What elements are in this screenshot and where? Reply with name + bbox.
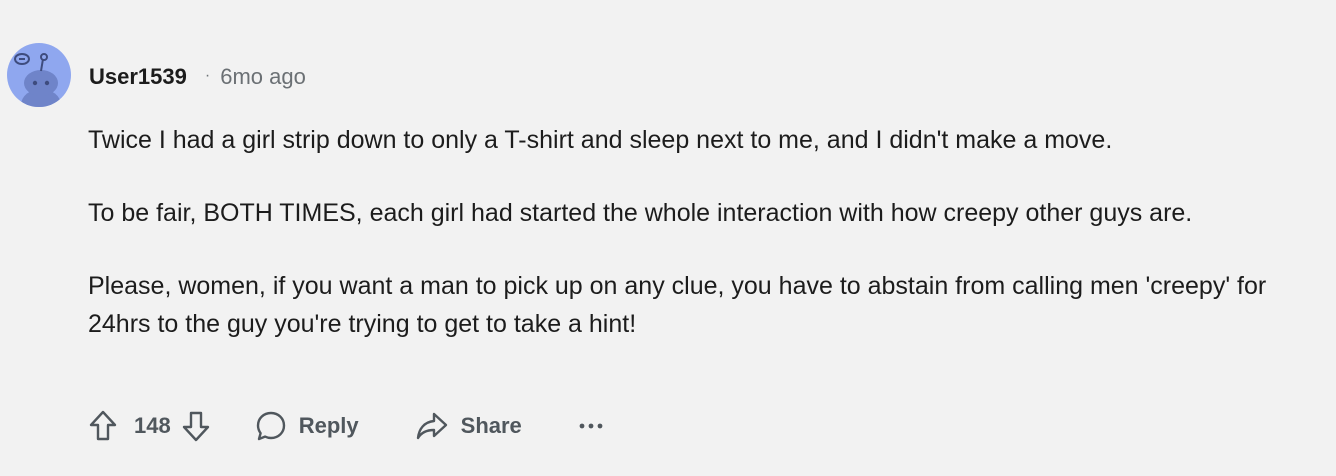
comment-paragraph: Twice I had a girl strip down to only a … [88,126,1113,154]
share-button[interactable]: Share [415,411,522,441]
user-avatar[interactable] [7,43,71,107]
upvote-arrow-icon[interactable] [88,409,118,443]
vote-count: 148 [134,413,171,438]
comment-paragraph: To be fair, BOTH TIMES, each girl had st… [88,199,1193,227]
comment-actions: 148 Reply Share [88,404,604,448]
reply-label: Reply [298,413,359,438]
more-options-button[interactable] [578,421,604,431]
vote-group: 148 [88,409,211,443]
reply-button[interactable]: Reply [255,410,359,442]
snoo-avatar-icon [14,53,61,107]
timestamp[interactable]: 6mo ago [220,64,306,90]
share-arrow-icon [415,411,449,441]
comment-body: Twice I had a girl strip down to only a … [88,121,1324,343]
downvote-arrow-icon[interactable] [181,409,211,443]
comment-meta: User1539 · 6mo ago [89,60,306,94]
comment-paragraph: Please, women, if you want a man to pick… [88,272,1267,338]
ellipsis-icon [578,421,604,431]
meta-separator: · [204,67,211,84]
speech-bubble-icon [255,410,287,442]
comment: User1539 · 6mo ago Twice I had a girl st… [0,0,1336,476]
share-label: Share [460,413,522,438]
username-link[interactable]: User1539 [89,64,187,90]
